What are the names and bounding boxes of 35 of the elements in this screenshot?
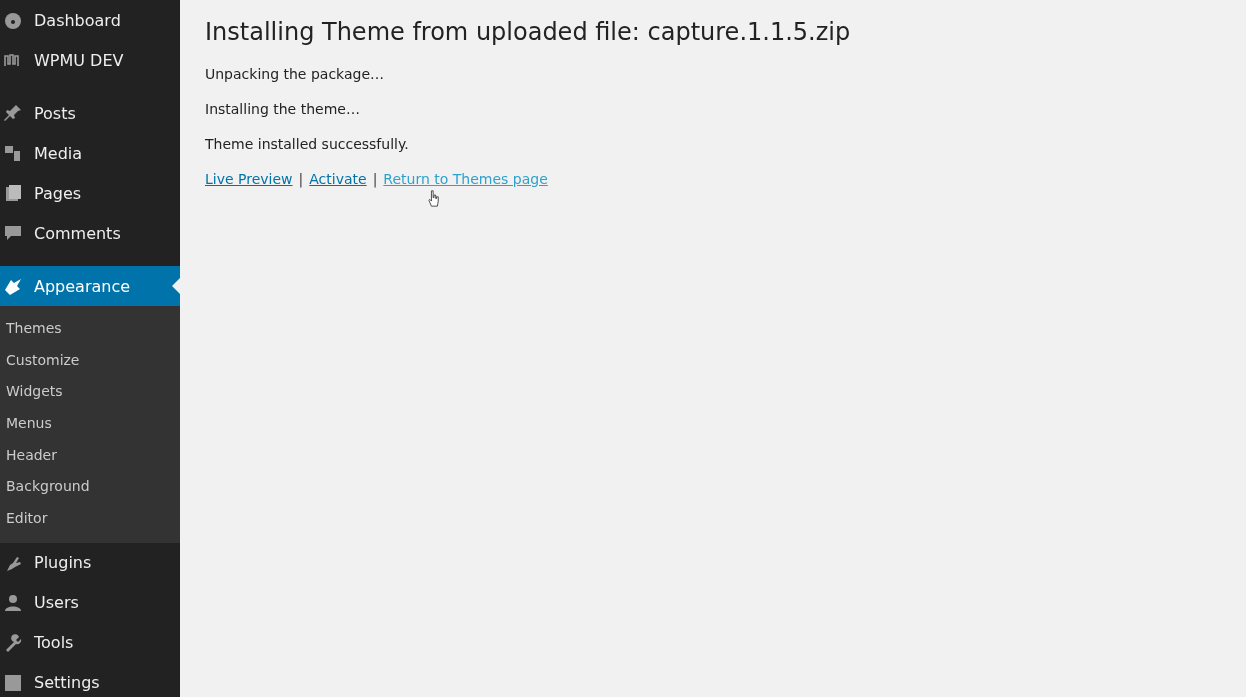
page-title: Installing Theme from uploaded file: capture.1.1.5.zip: [205, 18, 852, 46]
sidebar-item[interactable]: Tools: [0, 622, 180, 663]
menu-icon: [3, 672, 23, 693]
sidebar-item[interactable]: Appearance: [0, 266, 180, 306]
menu-icon: [3, 103, 23, 123]
sidebar-item[interactable]: Users: [0, 582, 180, 623]
sidebar-item[interactable]: Pages: [0, 173, 180, 213]
sidebar-item[interactable]: Posts: [0, 93, 180, 133]
link-separator: |: [372, 171, 378, 187]
menu-icon: [3, 276, 23, 296]
status-message: Unpacking the package…: [205, 66, 386, 82]
sidebar-item[interactable]: Settings: [0, 662, 180, 697]
sidebar-item[interactable]: Dashboard: [0, 0, 180, 40]
action-link[interactable]: Live Preview: [205, 171, 293, 187]
menu-icon: [3, 183, 23, 203]
sidebar-item[interactable]: Plugins: [0, 542, 180, 583]
submenu-item[interactable]: Header: [0, 439, 180, 472]
sidebar-item[interactable]: Comments: [0, 213, 180, 253]
submenu-item[interactable]: Background: [0, 471, 180, 504]
menu-icon: [3, 592, 23, 613]
submenu-item[interactable]: Menus: [0, 408, 180, 440]
status-message: Theme installed successfully.: [205, 136, 410, 152]
link-separator: |: [298, 171, 304, 187]
menu-icon: [3, 143, 23, 163]
submenu-item[interactable]: Customize: [0, 344, 180, 377]
menu-icon: [3, 223, 23, 243]
menu-icon: [3, 10, 23, 30]
sidebar-item[interactable]: WPMU DEV: [0, 40, 180, 80]
status-message: Installing the theme…: [205, 101, 361, 117]
submenu-item[interactable]: Widgets: [0, 376, 180, 409]
hand-cursor-icon: [427, 190, 441, 207]
submenu-item[interactable]: Editor: [0, 503, 180, 535]
action-link[interactable]: Activate: [309, 171, 367, 187]
submenu-item[interactable]: Themes: [0, 313, 180, 345]
sidebar-item[interactable]: Media: [0, 133, 180, 173]
